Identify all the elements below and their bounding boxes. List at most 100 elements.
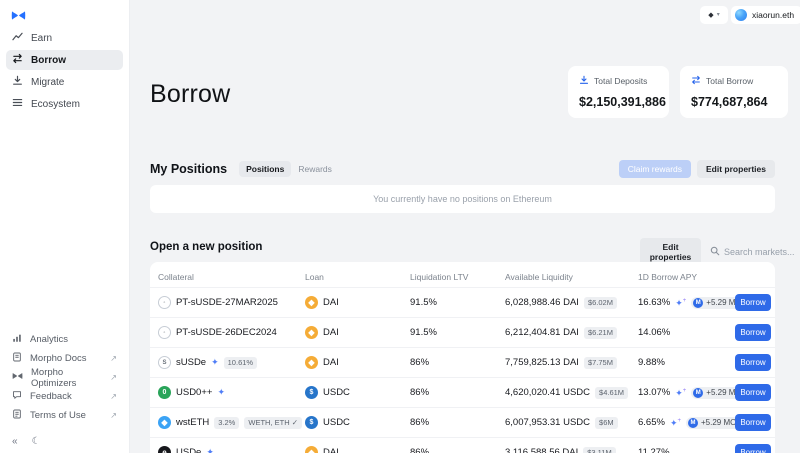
line-chart-icon <box>12 31 23 45</box>
rewards-sparkle-icon: ✦+ <box>669 417 681 428</box>
liquidity-amount: 3,116,588.56 DAI <box>505 447 579 453</box>
collateral-name: PT-sUSDE-27MAR2025 <box>176 297 278 308</box>
sidebar-item-earn[interactable]: Earn <box>6 28 123 48</box>
liquidity-amount: 6,028,988.46 DAI <box>505 297 579 308</box>
loan-name: DAI <box>323 447 339 453</box>
collateral-apy-badge: 10.61% <box>223 356 258 369</box>
collateral-assets-badge: WETH, ETH ✓ <box>244 416 302 429</box>
liquidity-usd-badge: $7.75M <box>583 356 617 369</box>
usd0-token-icon: 0 <box>158 386 171 399</box>
loan-name: DAI <box>323 327 339 338</box>
borrow-apy: 6.65% <box>638 417 665 428</box>
table-row[interactable]: ◦ PT-sUSDE-26DEC2024 ◆ DAI 91.5% 6,212,4… <box>150 317 775 347</box>
loan-name: USDC <box>323 417 350 428</box>
table-row[interactable]: ◆ wstETH 3.2% WETH, ETH ✓ $ USDC 86% 6,0… <box>150 407 775 437</box>
ethereum-network-icon: ◆ <box>708 11 714 19</box>
sidebar-item-label: Migrate <box>31 76 65 88</box>
tab-positions[interactable]: Positions <box>239 161 292 177</box>
external-link-icon: ↗ <box>110 411 117 420</box>
stat-label: Total Borrow <box>706 76 754 86</box>
stat-label: Total Deposits <box>594 76 648 86</box>
dai-token-icon: ◆ <box>305 356 318 369</box>
total-deposits-card: Total Deposits $2,150,391,886 <box>568 66 669 118</box>
sidebar-item-morpho-optimizers[interactable]: Morpho Optimizers ↗ <box>0 366 129 389</box>
external-link-icon: ↗ <box>110 373 117 382</box>
network-selector-button[interactable]: ◆ ▾ <box>700 6 728 24</box>
wallet-button[interactable]: xiaorun.eth <box>731 6 800 24</box>
bar-chart-icon <box>12 333 22 346</box>
borrow-apy: 16.63% <box>638 297 671 308</box>
tab-rewards[interactable]: Rewards <box>291 161 339 177</box>
susde-token-icon: S <box>158 356 171 369</box>
sidebar-footer-label: Morpho Docs <box>30 353 87 364</box>
column-header: Available Liquidity <box>505 271 573 282</box>
table-row[interactable]: S sUSDe ✦ 10.61% ◆ DAI 86% 7,759,825.13 … <box>150 347 775 377</box>
list-icon <box>12 97 23 111</box>
theme-toggle-icon[interactable]: ☾ <box>32 436 41 447</box>
sidebar-item-analytics[interactable]: Analytics <box>0 330 129 349</box>
liquidation-ltv: 91.5% <box>410 297 437 308</box>
download-icon <box>12 75 23 89</box>
rewards-sparkle-icon: ✦+ <box>675 297 687 308</box>
borrow-apy: 14.06% <box>638 327 671 338</box>
wsteth-token-icon: ◆ <box>158 416 171 429</box>
borrow-apy: 13.07% <box>638 387 671 398</box>
sidebar-item-feedback[interactable]: Feedback ↗ <box>0 387 129 406</box>
morpho-logo-icon <box>11 8 26 26</box>
table-row[interactable]: ◦ PT-sUSDE-27MAR2025 ◆ DAI 91.5% 6,028,9… <box>150 287 775 317</box>
sidebar-nav: Earn Borrow Migrate Ecosystem <box>6 28 123 116</box>
sidebar-controls: « ☾ <box>12 436 41 447</box>
rewards-sparkle-icon: ✦ <box>217 387 225 397</box>
sidebar-footer: Analytics Morpho Docs ↗ Morpho Optimizer… <box>0 330 129 425</box>
markets-table: Collateral Loan Liquidation LTV Availabl… <box>150 262 775 453</box>
liquidity-amount: 4,620,020.41 USDC <box>505 387 591 398</box>
collateral-apy-badge: 3.2% <box>214 416 240 429</box>
my-positions-header: My Positions Positions Rewards Claim rew… <box>150 160 775 178</box>
dai-token-icon: ◆ <box>305 326 318 339</box>
borrow-button[interactable]: Borrow <box>735 414 771 431</box>
collateral-name: USD0++ <box>176 387 213 398</box>
morpho-token-icon: M <box>693 387 704 398</box>
morpho-reward-badge: M +5.29 MORPHO <box>686 416 735 429</box>
borrow-button[interactable]: Borrow <box>735 294 771 311</box>
sidebar-footer-label: Morpho Optimizers <box>31 366 77 389</box>
edit-properties-button[interactable]: Edit properties <box>697 160 775 178</box>
sidebar-item-borrow[interactable]: Borrow <box>6 50 123 70</box>
wallet-ens: xiaorun.eth <box>752 10 795 20</box>
sidebar-item-migrate[interactable]: Migrate <box>6 72 123 92</box>
document-icon <box>12 352 22 365</box>
search-markets-input[interactable] <box>724 247 800 257</box>
table-row[interactable]: e USDe ✦ ◆ DAI 86% 3,116,588.56 DAI $3.1… <box>150 437 775 453</box>
sidebar-footer-label: Terms of Use <box>30 410 86 421</box>
pt-susde-token-icon: ◦ <box>158 326 171 339</box>
collapse-sidebar-icon[interactable]: « <box>12 436 18 447</box>
liquidity-usd-badge: $6.02M <box>583 296 617 309</box>
swap-arrows-icon <box>691 75 701 87</box>
loan-name: DAI <box>323 297 339 308</box>
borrow-button[interactable]: Borrow <box>735 444 771 453</box>
liquidity-usd-badge: $6M <box>595 416 618 429</box>
swap-arrows-icon <box>12 53 23 67</box>
rewards-sparkle-icon: ✦ <box>206 447 214 453</box>
table-row[interactable]: 0 USD0++ ✦ $ USDC 86% 4,620,020.41 USDC … <box>150 377 775 407</box>
sidebar-item-terms-of-use[interactable]: Terms of Use ↗ <box>0 406 129 425</box>
external-link-icon: ↗ <box>110 354 117 363</box>
sidebar-item-ecosystem[interactable]: Ecosystem <box>6 94 123 114</box>
sidebar-item-morpho-docs[interactable]: Morpho Docs ↗ <box>0 349 129 368</box>
collateral-name: sUSDe <box>176 357 207 368</box>
claim-rewards-button[interactable]: Claim rewards <box>618 160 692 178</box>
morpho-token-icon: M <box>688 417 698 428</box>
borrow-button[interactable]: Borrow <box>735 324 771 341</box>
page-title: Borrow <box>150 80 231 108</box>
borrow-button[interactable]: Borrow <box>735 384 771 401</box>
column-header: 1D Borrow APY <box>638 271 698 282</box>
borrow-button[interactable]: Borrow <box>735 354 771 371</box>
liquidation-ltv: 86% <box>410 447 430 453</box>
column-header: Loan <box>305 271 324 282</box>
dai-token-icon: ◆ <box>305 296 318 309</box>
butterfly-icon <box>12 372 23 383</box>
sidebar: Earn Borrow Migrate Ecosystem Analytics … <box>0 0 130 453</box>
collateral-name: USDe <box>176 447 202 453</box>
table-header-row: Collateral Loan Liquidation LTV Availabl… <box>150 262 775 287</box>
loan-name: USDC <box>323 387 350 398</box>
